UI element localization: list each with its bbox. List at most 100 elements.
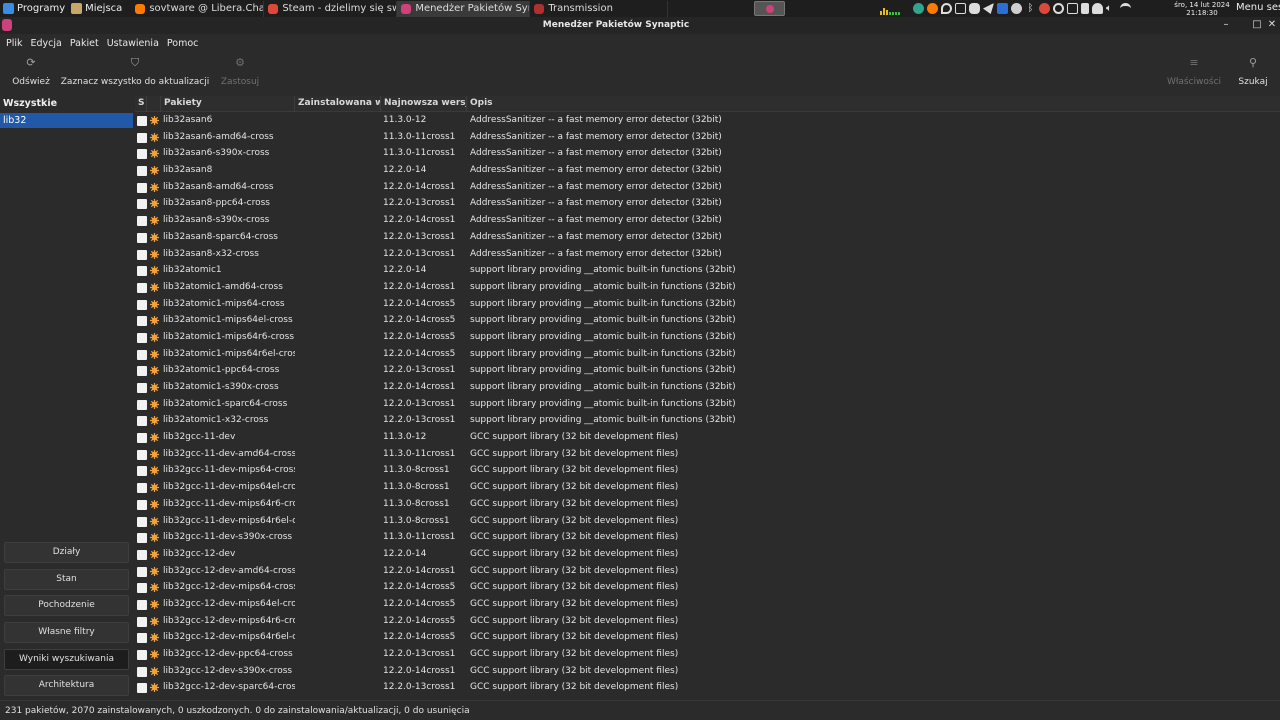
table-row[interactable]: lib32gcc-12-dev 12.2.0-14 GCC support libr… — [135, 547, 1280, 564]
package-checkbox[interactable] — [137, 399, 147, 410]
maximize-button[interactable]: □ — [1251, 19, 1263, 31]
package-checkbox[interactable] — [137, 499, 147, 510]
irc-client-icon[interactable] — [927, 3, 938, 14]
programs-menu-button[interactable]: Programy — [0, 0, 68, 17]
table-row[interactable]: lib32gcc-11-dev-mips64-cross 11.3.0-8cros… — [135, 463, 1280, 480]
package-checkbox[interactable] — [137, 166, 147, 177]
location-icon[interactable] — [941, 3, 952, 14]
package-checkbox[interactable] — [137, 316, 147, 327]
search-results-button[interactable]: Wyniki wyszukiwania — [4, 649, 129, 670]
steam-icon[interactable] — [1011, 3, 1022, 14]
sections-button[interactable]: Działy — [4, 542, 129, 563]
table-row[interactable]: lib32atomic1-x32-cross 12.2.0-13cross1 sup… — [135, 413, 1280, 430]
table-row[interactable]: lib32gcc-12-dev-amd64-cross 12.2.0-14cros… — [135, 564, 1280, 581]
table-row[interactable]: lib32gcc-12-dev-mips64r6-cross 12.2.0-14c… — [135, 614, 1280, 631]
bluetooth-icon[interactable]: ᛒ — [1025, 3, 1036, 14]
table-row[interactable]: lib32atomic1-amd64-cross 12.2.0-14cross1 s… — [135, 280, 1280, 297]
table-row[interactable]: lib32asan8-amd64-cross 12.2.0-14cross1 Add… — [135, 180, 1280, 197]
filter-list-item-selected[interactable]: lib32 — [0, 113, 133, 128]
package-checkbox[interactable] — [137, 332, 147, 343]
taskbar-item[interactable]: Menedżer Pakietów Syna... — [397, 0, 531, 17]
table-row[interactable]: lib32gcc-11-dev-mips64r6el-cro 11.3.0-8cr… — [135, 514, 1280, 531]
table-row[interactable]: lib32gcc-11-dev-amd64-cross 11.3.0-11cros… — [135, 447, 1280, 464]
package-checkbox[interactable] — [137, 650, 147, 660]
clock[interactable]: śro, 14 lut 2024 21:18:30 — [1172, 1, 1232, 17]
telegram-icon[interactable] — [983, 3, 994, 14]
refresh-button[interactable]: ⟳ Odśwież — [12, 56, 50, 92]
volume-icon[interactable]: 🔈︎ — [1106, 3, 1117, 14]
package-checkbox[interactable] — [137, 433, 147, 444]
table-row[interactable]: lib32atomic1-sparc64-cross 12.2.0-13cross… — [135, 397, 1280, 414]
package-checkbox[interactable] — [137, 216, 147, 227]
table-row[interactable]: lib32atomic1-mips64r6-cross 12.2.0-14cros… — [135, 330, 1280, 347]
package-checkbox[interactable] — [137, 149, 147, 160]
column-latest-version[interactable]: Najnowsza wersja — [381, 96, 467, 112]
pin-icon[interactable] — [1053, 3, 1064, 14]
column-description[interactable]: Opis — [467, 96, 1280, 112]
checklist-icon[interactable] — [1067, 3, 1078, 14]
discord-icon[interactable] — [969, 3, 980, 14]
table-row[interactable]: lib32gcc-12-dev-mips64el-cross 12.2.0-14c… — [135, 597, 1280, 614]
mark-all-upgrades-button[interactable]: ⛉ Zaznacz wszystko do aktualizacji — [61, 56, 209, 92]
table-row[interactable]: lib32gcc-12-dev-sparc64-cross 12.2.0-13cr… — [135, 680, 1280, 697]
table-row[interactable]: lib32asan6-amd64-cross 11.3.0-11cross1 Add… — [135, 130, 1280, 147]
table-row[interactable]: lib32gcc-12-dev-mips64r6el-cro 12.2.0-14c… — [135, 630, 1280, 647]
menu-edit[interactable]: Edycja — [27, 38, 66, 49]
menu-help[interactable]: Pomoc — [163, 38, 203, 49]
taskbar-item[interactable]: Transmission — [530, 0, 669, 17]
update-notifier-icon[interactable] — [913, 3, 924, 14]
package-checkbox[interactable] — [137, 266, 147, 277]
package-checkbox[interactable] — [137, 666, 147, 677]
table-row[interactable]: lib32asan8-s390x-cross 12.2.0-14cross1 Add… — [135, 213, 1280, 230]
package-checkbox[interactable] — [137, 599, 147, 610]
table-row[interactable]: lib32gcc-11-dev-s390x-cross 11.3.0-11cros… — [135, 530, 1280, 547]
table-row[interactable]: lib32gcc-11-dev-mips64el-cross 11.3.0-8cr… — [135, 480, 1280, 497]
places-menu-button[interactable]: Miejsca — [68, 0, 125, 17]
package-checkbox[interactable] — [137, 583, 147, 594]
filter-list-header[interactable]: Wszystkie — [0, 96, 133, 112]
table-row[interactable]: lib32gcc-11-dev-mips64r6-cross 11.3.0-8cr… — [135, 497, 1280, 514]
column-support[interactable] — [147, 96, 161, 112]
origin-button[interactable]: Pochodzenie — [4, 595, 129, 616]
notification-bell-icon[interactable] — [1092, 3, 1103, 14]
package-checkbox[interactable] — [137, 282, 147, 293]
table-row[interactable]: lib32atomic1-s390x-cross 12.2.0-14cross1 s… — [135, 380, 1280, 397]
clipboard-icon[interactable] — [1081, 3, 1089, 14]
package-checkbox[interactable] — [137, 366, 147, 377]
table-row[interactable]: lib32gcc-12-dev-s390x-cross 12.2.0-14cros… — [135, 664, 1280, 681]
table-row[interactable]: lib32asan6 11.3.0-12 AddressSanitizer -- a… — [135, 113, 1280, 130]
custom-filters-button[interactable]: Własne filtry — [4, 622, 129, 643]
table-row[interactable]: lib32asan6-s390x-cross 11.3.0-11cross1 Add… — [135, 146, 1280, 163]
package-checkbox[interactable] — [137, 616, 147, 627]
window-titlebar[interactable]: Menedżer Pakietów Synaptic – □ ✕ — [0, 17, 1280, 34]
table-row[interactable]: lib32gcc-11-dev 11.3.0-12 GCC support libr… — [135, 430, 1280, 447]
table-row[interactable]: lib32asan8-sparc64-cross 12.2.0-13cross1 A… — [135, 230, 1280, 247]
package-checkbox[interactable] — [137, 299, 147, 310]
table-row[interactable]: lib32asan8-x32-cross 12.2.0-13cross1 Addre… — [135, 247, 1280, 264]
menu-file[interactable]: Plik — [2, 38, 27, 49]
package-checkbox[interactable] — [137, 116, 147, 126]
dropbox-icon[interactable] — [997, 3, 1008, 14]
status-button[interactable]: Stan — [4, 569, 129, 590]
package-checkbox[interactable] — [137, 533, 147, 544]
network-monitor-icon[interactable] — [880, 3, 910, 15]
column-package[interactable]: Pakiety — [161, 96, 295, 112]
session-menu-button[interactable]: Menu sesji — [1236, 2, 1280, 13]
table-row[interactable]: lib32atomic1-mips64r6el-cross 12.2.0-14cr… — [135, 347, 1280, 364]
table-row[interactable]: lib32asan8-ppc64-cross 12.2.0-13cross1 Add… — [135, 196, 1280, 213]
package-checkbox[interactable] — [137, 449, 147, 460]
table-row[interactable]: lib32atomic1-mips64-cross 12.2.0-14cross5… — [135, 297, 1280, 314]
package-checkbox[interactable] — [137, 466, 147, 477]
close-button[interactable]: ✕ — [1266, 19, 1278, 31]
table-row[interactable]: lib32atomic1 12.2.0-14 support library pro… — [135, 263, 1280, 280]
package-checkbox[interactable] — [137, 549, 147, 560]
architecture-button[interactable]: Architektura — [4, 675, 129, 696]
package-checkbox[interactable] — [137, 349, 147, 360]
search-button[interactable]: ⚲ Szukaj — [1238, 56, 1268, 92]
taskbar-item[interactable]: sovtware @ Libera.Chat / ... — [131, 0, 265, 17]
taskbar-item[interactable]: Steam - dzielimy się swoi... — [264, 0, 398, 17]
properties-button[interactable]: ≡ Właściwości — [1167, 56, 1221, 92]
package-checkbox[interactable] — [137, 182, 147, 193]
package-checkbox[interactable] — [137, 232, 147, 243]
package-checkbox[interactable] — [137, 566, 147, 577]
